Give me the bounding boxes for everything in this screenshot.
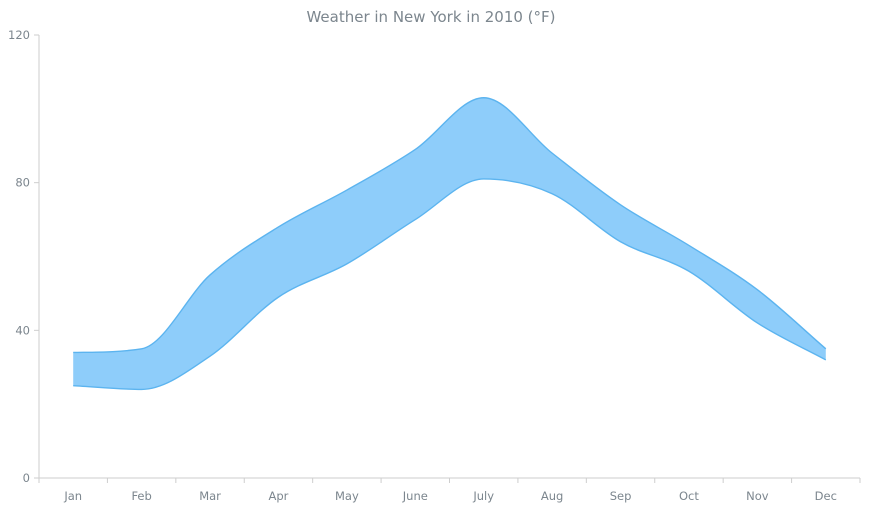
chart-title: Weather in New York in 2010 (°F) — [306, 8, 555, 26]
y-tick-label: 120 — [8, 28, 30, 42]
y-tick-label: 80 — [15, 176, 30, 190]
x-tick-label: Sep — [610, 489, 632, 503]
x-tick-label: Aug — [541, 489, 563, 503]
x-tick-label: June — [402, 489, 428, 503]
x-axis: Jan Feb Mar Apr May June July Aug Sep Oct Nov Dec — [38, 477, 861, 503]
plot-area — [73, 97, 827, 391]
y-tick-label: 0 — [23, 471, 30, 485]
range-area-fill — [73, 97, 826, 390]
y-axis: 0 40 80 120 — [8, 28, 40, 485]
x-tick-label: Dec — [815, 489, 837, 503]
x-tick-label: Mar — [199, 489, 221, 503]
range-area-chart: Weather in New York in 2010 (°F) 0 40 80 12… — [8, 8, 861, 503]
x-tick-label: May — [335, 489, 359, 503]
x-tick-label: Oct — [679, 489, 699, 503]
y-tick-label: 40 — [15, 323, 30, 337]
x-tick-label: Feb — [131, 489, 151, 503]
x-tick-label: Apr — [269, 489, 289, 503]
x-tick-label: July — [472, 489, 494, 503]
x-tick-label: Nov — [746, 489, 769, 503]
x-tick-label: Jan — [63, 489, 82, 503]
